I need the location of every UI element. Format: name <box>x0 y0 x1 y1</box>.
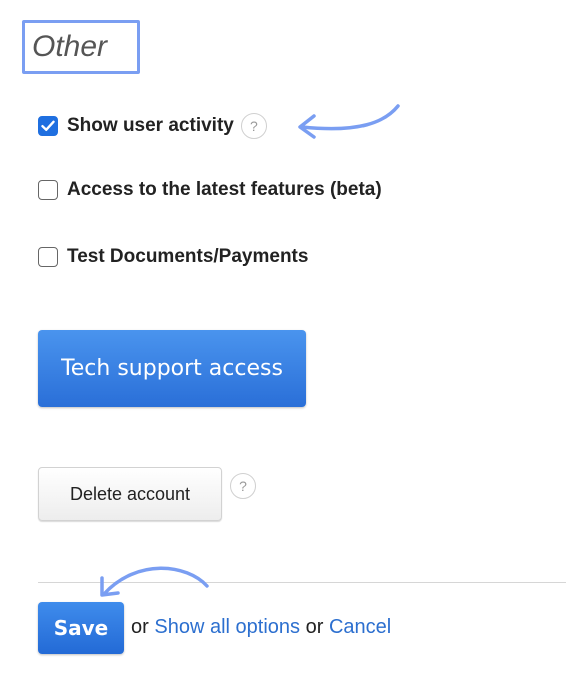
question-circle-icon[interactable]: ? <box>230 473 256 499</box>
test-documents-label: Test Documents/Payments <box>67 246 309 267</box>
tech-support-access-button[interactable]: Tech support access <box>38 330 306 407</box>
curved-arrow-icon <box>100 566 209 597</box>
or-text: or <box>131 616 149 638</box>
curved-arrow-icon <box>298 104 400 139</box>
option-latest-features[interactable]: Access to the latest features (beta) <box>38 179 382 201</box>
latest-features-label: Access to the latest features (beta) <box>67 179 382 200</box>
save-button[interactable]: Save <box>38 602 124 654</box>
latest-features-checkbox[interactable] <box>38 180 58 200</box>
delete-account-button[interactable]: Delete account <box>38 467 222 521</box>
show-user-activity-label: Show user activity <box>67 115 234 136</box>
footer-actions: or Show all options or Cancel <box>131 616 391 639</box>
question-circle-icon[interactable]: ? <box>240 113 267 139</box>
show-user-activity-checkbox[interactable] <box>38 116 58 136</box>
or-text: or <box>305 616 324 638</box>
option-test-documents-payments[interactable]: Test Documents/Payments <box>38 246 308 268</box>
section-title: Other <box>32 30 108 63</box>
option-show-user-activity[interactable]: Show user activity ? <box>38 113 267 139</box>
check-icon <box>41 120 55 131</box>
cancel-link[interactable]: Cancel <box>329 616 391 638</box>
show-all-options-link[interactable]: Show all options <box>154 616 300 638</box>
test-documents-checkbox[interactable] <box>38 247 58 267</box>
